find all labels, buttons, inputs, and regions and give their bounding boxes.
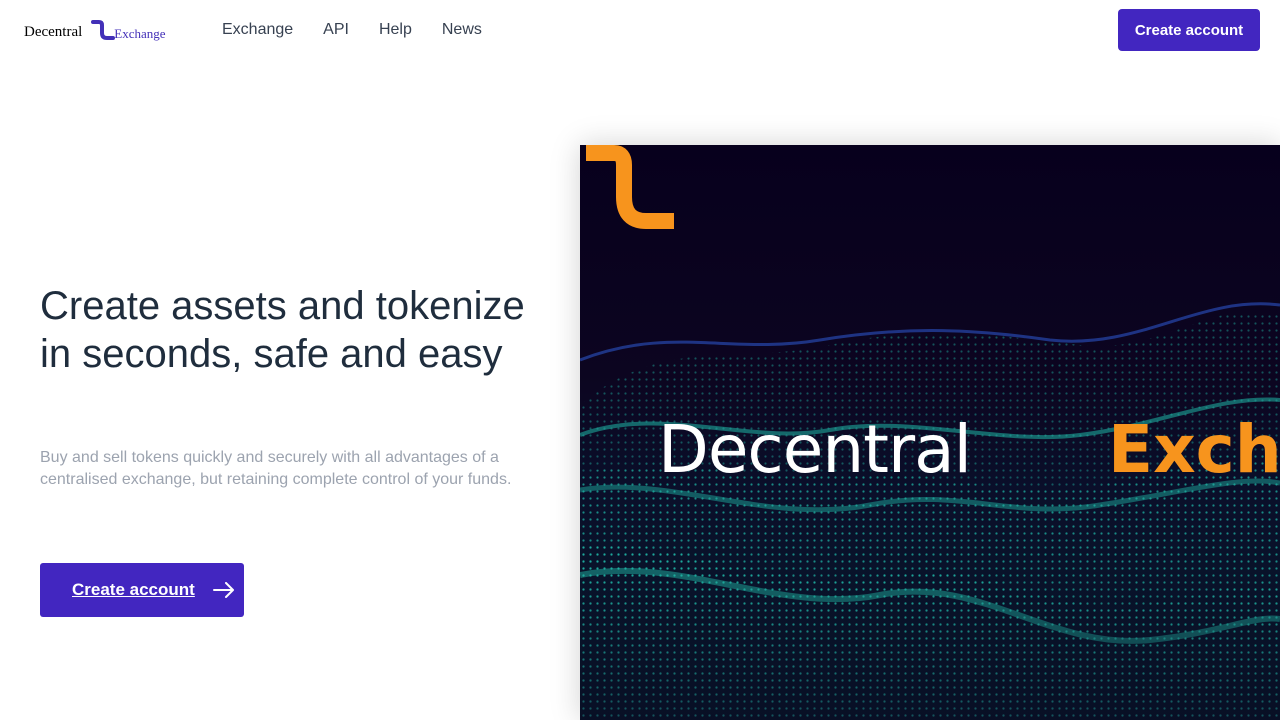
site-header: Decentral Exchange Exchange API Help New…	[0, 0, 1280, 60]
nav-link-news[interactable]: News	[442, 20, 482, 40]
hero-brand-word-exchange: Excha	[1108, 411, 1280, 488]
site-logo[interactable]: Decentral Exchange	[24, 19, 166, 45]
nav-link-help[interactable]: Help	[379, 20, 412, 40]
hero-cta-label: Create account	[72, 580, 195, 599]
logo-word-exchange: Exchange	[114, 26, 166, 41]
brand-logo-mark-icon	[586, 145, 674, 229]
nav-link-exchange[interactable]: Exchange	[222, 20, 293, 40]
hero-create-account-button[interactable]: Create account	[40, 563, 244, 617]
arrow-right-icon	[212, 582, 234, 598]
logo-mark-icon	[91, 20, 116, 40]
hero-subtitle: Buy and sell tokens quickly and securely…	[40, 449, 512, 488]
hero-brand-word-decentral: Decentral	[658, 411, 972, 488]
nav-link-api[interactable]: API	[323, 20, 349, 40]
hero-image: Decentral Excha	[580, 145, 1280, 720]
header-create-account-button[interactable]: Create account	[1118, 9, 1260, 51]
hero-title: Create assets and tokenize in seconds, s…	[40, 284, 525, 376]
logo-word-decentral: Decentral	[24, 23, 83, 40]
main-nav: Exchange API Help News	[222, 20, 482, 40]
